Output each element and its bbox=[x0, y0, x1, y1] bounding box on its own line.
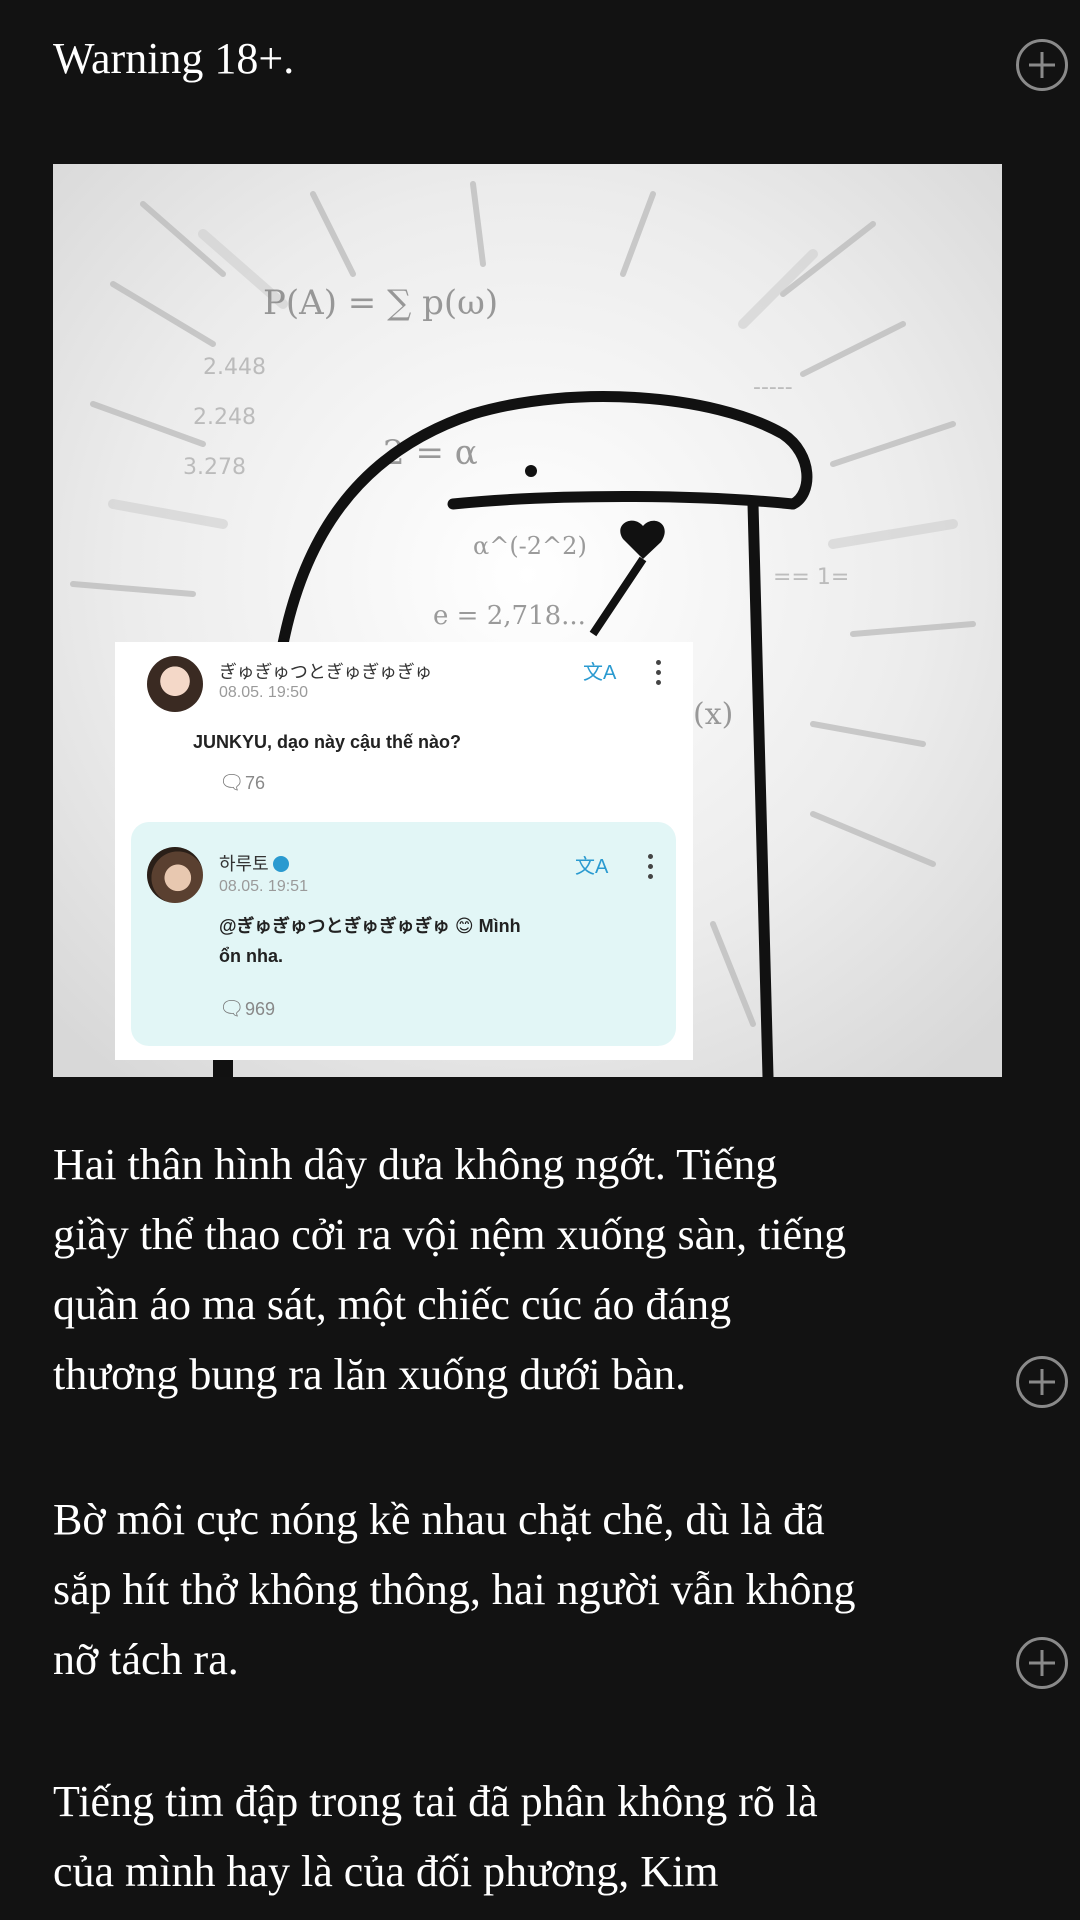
add-comment-icon[interactable] bbox=[1016, 1356, 1068, 1408]
translate-icon[interactable]: 文A bbox=[575, 850, 608, 879]
svg-text:2.248: 2.248 bbox=[193, 405, 256, 430]
scribble-formula-5: (x) bbox=[693, 697, 733, 732]
reply-username: 하루토 bbox=[219, 850, 289, 876]
post-text: JUNKYU, dạo này cậu thế nào? bbox=[193, 732, 462, 752]
svg-text:2.448: 2.448 bbox=[203, 355, 266, 380]
paragraph-line: Bờ môi cực nóng kề nhau chặt chẽ, dù là … bbox=[53, 1495, 825, 1544]
paragraph-line: sắp hít thở không thông, hai người vẫn k… bbox=[53, 1565, 856, 1614]
comment-icon: 🗨 bbox=[219, 998, 245, 1020]
reply-text-line-1: @ぎゅぎゅつとぎゅぎゅぎゅ 😊 Mình bbox=[219, 916, 521, 936]
scribble-formula-3: e = 2,718... bbox=[433, 601, 586, 631]
paragraph-line: quần áo ma sát, một chiếc cúc áo đáng bbox=[53, 1280, 732, 1329]
paragraph-line: nỡ tách ra. bbox=[53, 1635, 239, 1684]
scribble-formula-4: α^(-2^2) bbox=[473, 532, 587, 560]
warning-text: Warning 18+. bbox=[53, 34, 295, 83]
paragraph-line: Tiếng tim đập trong tai đã phân không rõ… bbox=[53, 1777, 818, 1826]
paragraph-line: của mình hay là của đối phương, Kim bbox=[53, 1847, 719, 1896]
svg-text:3.278: 3.278 bbox=[183, 455, 246, 480]
paragraph-line: Hai thân hình dây dưa không ngớt. Tiếng bbox=[53, 1140, 778, 1189]
paragraph-1: Hai thân hình dây dưa không ngớt. Tiếng … bbox=[53, 1130, 1013, 1410]
add-comment-icon[interactable] bbox=[1016, 39, 1068, 91]
reply-text-line-2: ổn nha. bbox=[219, 946, 283, 966]
avatar bbox=[147, 656, 203, 712]
svg-text:== 1=: == 1= bbox=[773, 565, 849, 590]
more-options-icon[interactable] bbox=[656, 660, 662, 688]
post-time: 08.05. 19:50 bbox=[219, 684, 308, 701]
translate-icon[interactable]: 文A bbox=[583, 656, 616, 685]
verified-icon bbox=[272, 856, 289, 872]
paragraph-2: Bờ môi cực nóng kề nhau chặt chẽ, dù là … bbox=[53, 1485, 1013, 1695]
post-screenshot: ぎゅぎゅつとぎゅぎゅぎゅ 08.05. 19:50 文A JUNKYU, dạo… bbox=[115, 642, 693, 1060]
post-comment-count: 76 bbox=[245, 773, 266, 793]
svg-text:-----: ----- bbox=[753, 375, 793, 400]
paragraph-line: giầy thể thao cởi ra vội nệm xuống sàn, … bbox=[53, 1210, 847, 1259]
comment-icon: 🗨 bbox=[219, 772, 245, 794]
add-comment-icon[interactable] bbox=[1016, 1637, 1068, 1689]
paragraph-line: thương bung ra lăn xuống dưới bàn. bbox=[53, 1350, 687, 1399]
reply-time: 08.05. 19:51 bbox=[219, 878, 308, 895]
meme-image: P(A) = ∑ p(ω) 2 = α e = 2,718... α^(-2^2… bbox=[53, 164, 1002, 1077]
more-options-icon[interactable] bbox=[648, 854, 654, 882]
paragraph-3: Tiếng tim đập trong tai đã phân không rõ… bbox=[53, 1767, 1013, 1907]
reply-comment-count: 969 bbox=[245, 999, 276, 1019]
avatar bbox=[147, 847, 203, 903]
scribble-formula-1: P(A) = ∑ p(ω) bbox=[263, 283, 498, 323]
post-username: ぎゅぎゅつとぎゅぎゅぎゅ bbox=[219, 662, 433, 682]
